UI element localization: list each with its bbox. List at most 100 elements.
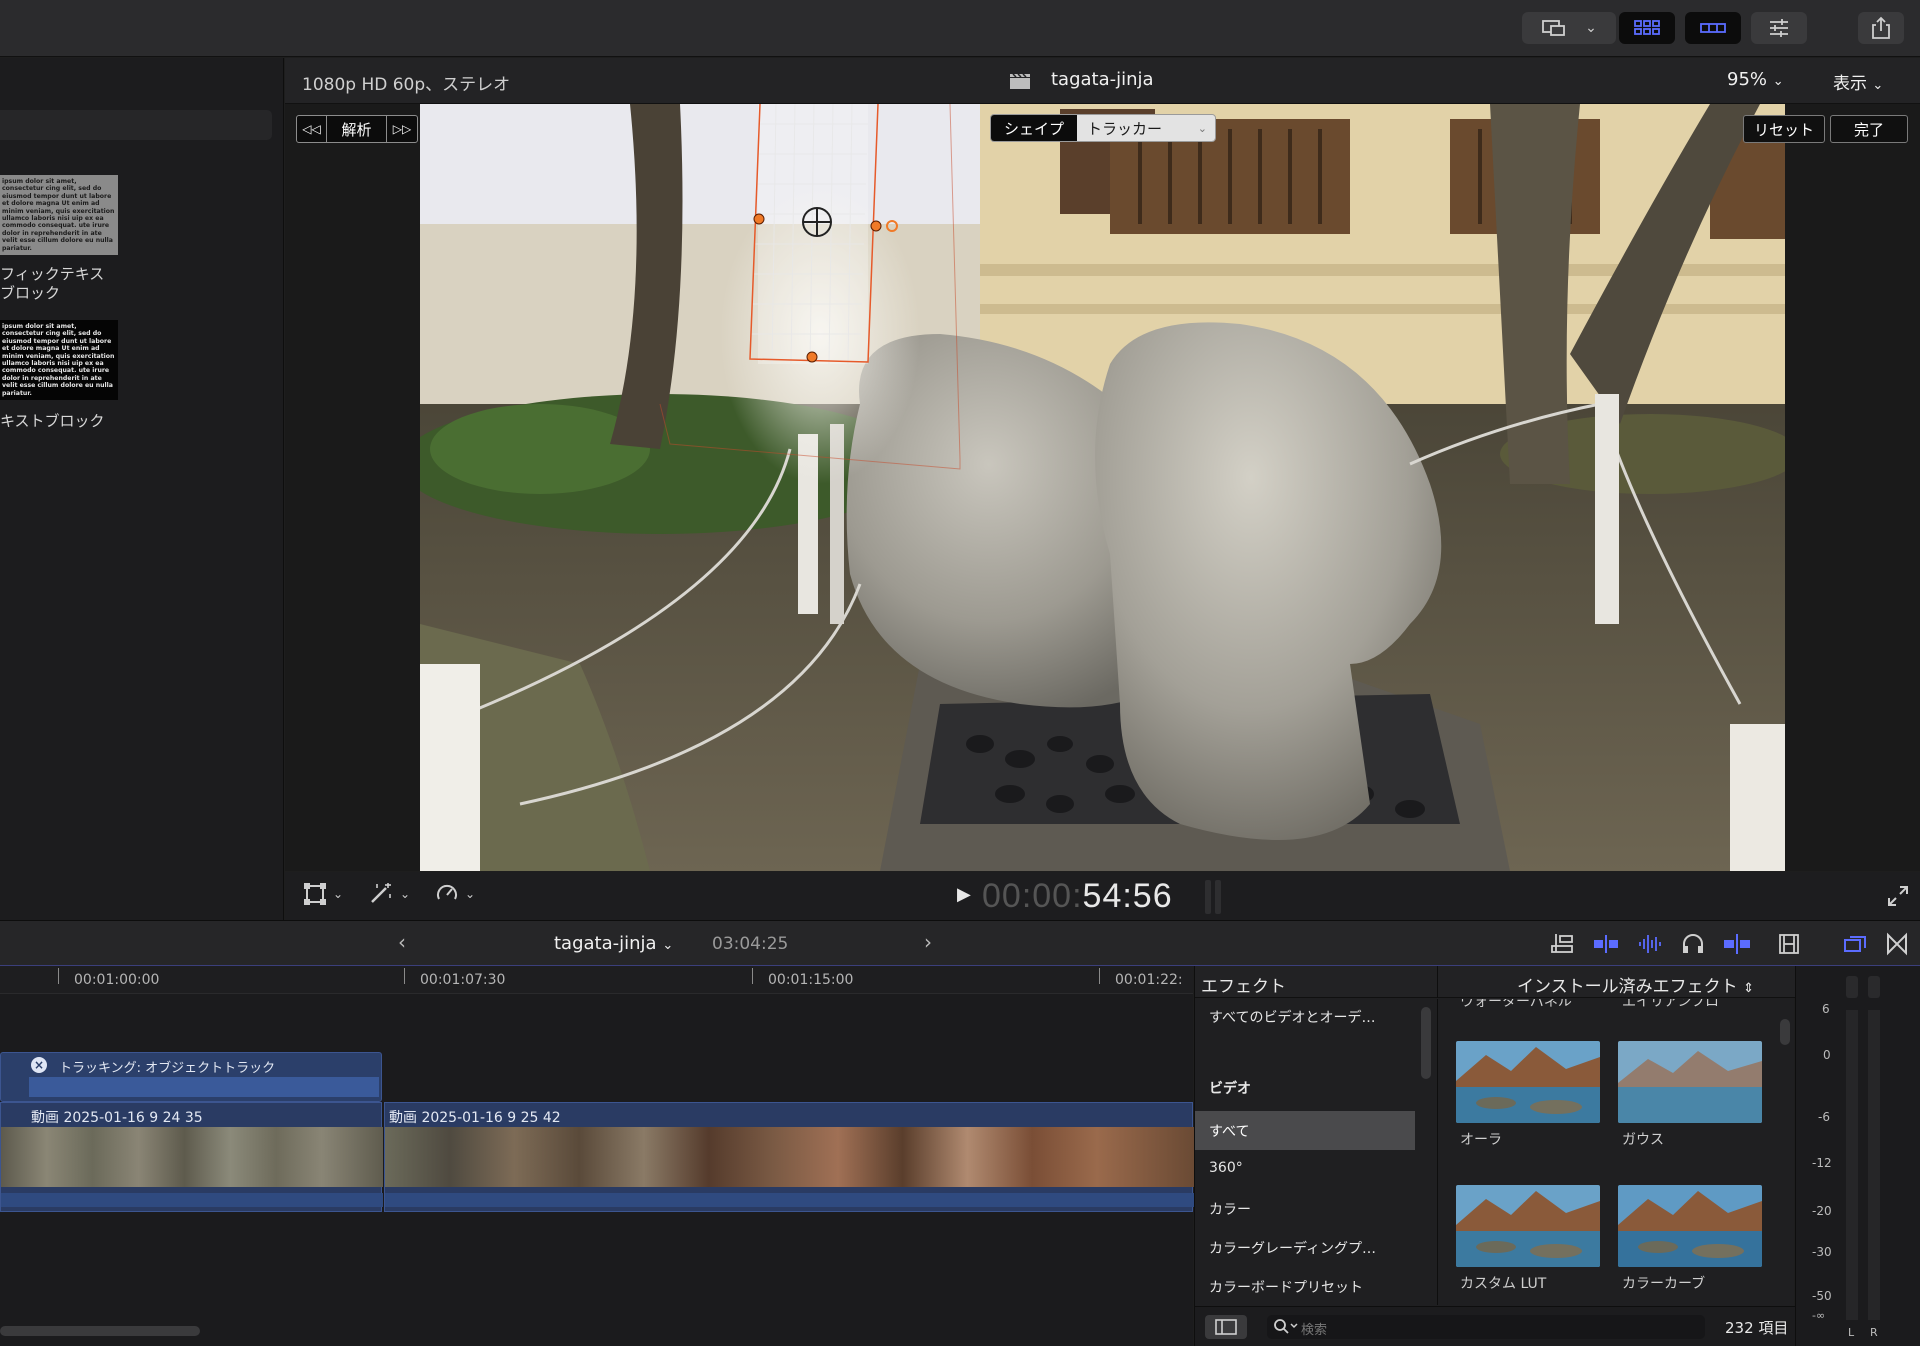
meter-scale-label: -∞ xyxy=(1812,1309,1826,1322)
category-color[interactable]: カラー xyxy=(1209,1199,1251,1219)
timeline-project-menu[interactable]: tagata-jinja ⌄ xyxy=(554,933,673,954)
browser-toggle-button[interactable] xyxy=(1619,12,1675,44)
timecode-display[interactable]: 00:00:54:56 xyxy=(982,877,1173,916)
object-tracker-overlay[interactable] xyxy=(420,104,1785,871)
audio-meter-mini-right xyxy=(1215,880,1221,914)
mountain-lake-thumbnail xyxy=(1456,1185,1600,1267)
tracker-popup[interactable]: トラッカー ⌄ xyxy=(1077,115,1215,141)
history-forward-icon[interactable]: › xyxy=(924,930,932,954)
category-all[interactable]: すべて xyxy=(1209,1121,1249,1141)
sidebar-toggle-button[interactable] xyxy=(1205,1315,1247,1339)
analyze-backward-button[interactable]: ◁◁ xyxy=(297,116,327,142)
insert-clip-icon[interactable] xyxy=(1592,932,1620,956)
fullscreen-icon[interactable] xyxy=(1887,885,1909,907)
meter-scale-label: 0 xyxy=(1823,1048,1831,1062)
tracking-label: トラッキング: オブジェクトトラック xyxy=(59,1061,276,1076)
clip-title: 動画 2025-01-16 9 25 42 xyxy=(389,1110,561,1126)
clip-filmstrip xyxy=(1,1127,383,1187)
search-icon xyxy=(1274,1319,1298,1334)
viewer-controls: ⌄ ⌄ ⌄ ▶ 00:00:54:56 xyxy=(285,872,1920,920)
transform-menu[interactable]: ⌄ xyxy=(303,882,343,906)
enhance-menu[interactable]: ⌄ xyxy=(368,882,410,906)
effect-label-partial: エイリアンフロ xyxy=(1622,999,1720,1010)
magic-wand-icon xyxy=(371,883,391,903)
sidebar-icon xyxy=(1215,1319,1237,1335)
history-back-icon[interactable]: ‹ xyxy=(398,930,406,954)
clip-title: 動画 2025-01-16 9 24 35 xyxy=(31,1110,203,1126)
effects-scrollbar[interactable] xyxy=(1780,1019,1790,1045)
chevron-down-icon: ⌄ xyxy=(400,887,411,901)
display-icon xyxy=(1542,20,1566,36)
mountain-lake-blur-thumbnail xyxy=(1618,1041,1762,1123)
meter-bar-right xyxy=(1868,1010,1880,1320)
headphones-icon[interactable] xyxy=(1680,932,1706,956)
effect-color-curves[interactable] xyxy=(1618,1185,1762,1267)
category-360[interactable]: 360° xyxy=(1209,1160,1243,1176)
video-frame xyxy=(420,104,1785,871)
inspector-toggle-button[interactable] xyxy=(1751,12,1807,44)
chevron-down-icon: ⌄ xyxy=(333,887,344,901)
ruler-label: 00:01:07:30 xyxy=(420,972,506,988)
timeline-duration: 03:04:25 xyxy=(712,934,789,954)
connect-clip-icon[interactable] xyxy=(1548,932,1576,956)
retime-menu[interactable]: ⌄ xyxy=(435,882,475,906)
peak-indicator-left xyxy=(1846,976,1858,998)
ruler-label: 00:01:22: xyxy=(1115,972,1183,988)
effects-footer: 検索 232 項目 xyxy=(1195,1306,1795,1346)
view-menu[interactable]: 表示 ⌄ xyxy=(1833,69,1883,94)
play-icon[interactable]: ▶ xyxy=(957,884,971,905)
meter-bar-left xyxy=(1846,1010,1858,1320)
timeline-toggle-button[interactable] xyxy=(1685,12,1741,44)
effect-label: カスタム LUT xyxy=(1460,1276,1547,1292)
category-color-board[interactable]: カラーボードプリセット xyxy=(1209,1277,1363,1297)
effect-custom-lut[interactable] xyxy=(1456,1185,1600,1267)
shape-tab[interactable]: シェイプ xyxy=(991,115,1077,141)
video-clip-1[interactable]: 動画 2025-01-16 9 24 35 xyxy=(0,1102,383,1212)
grid-icon xyxy=(1634,20,1660,35)
done-button[interactable]: 完了 xyxy=(1830,115,1908,143)
category-all-video-audio[interactable]: すべてのビデオとオーデ… xyxy=(1209,1007,1375,1027)
zoom-menu[interactable]: 95% ⌄ xyxy=(1727,69,1784,90)
transitions-browser-icon[interactable] xyxy=(1885,932,1909,956)
effect-gaussian[interactable] xyxy=(1618,1041,1762,1123)
analyze-forward-button[interactable]: ▷▷ xyxy=(387,116,417,142)
clip-appearance-icon[interactable] xyxy=(1777,932,1801,956)
horizontal-scrollbar[interactable] xyxy=(0,1326,200,1336)
effects-search-field[interactable]: 検索 xyxy=(1267,1315,1705,1339)
title-label-1: フィックテキス ブロック xyxy=(0,265,105,302)
sliders-icon xyxy=(1770,19,1788,37)
video-clip-2[interactable]: 動画 2025-01-16 9 25 42 xyxy=(384,1102,1194,1212)
effect-aura[interactable] xyxy=(1456,1041,1600,1123)
category-color-grading[interactable]: カラーグレーディングプ… xyxy=(1209,1238,1376,1258)
browser-search-field[interactable] xyxy=(0,110,272,140)
installed-effects-menu[interactable]: インストール済みエフェクト ⇕ xyxy=(1517,972,1754,997)
share-button[interactable] xyxy=(1858,12,1904,44)
thumbnail-text: ipsum dolor sit amet, consectetur cing e… xyxy=(2,178,115,252)
channel-label: L xyxy=(1848,1326,1855,1339)
effect-label-partial: ウォーターパネル xyxy=(1460,999,1572,1010)
skimming-icon[interactable] xyxy=(1722,932,1752,956)
effects-browser-icon[interactable] xyxy=(1842,932,1868,956)
mountain-lake-thumbnail xyxy=(1456,1041,1600,1123)
category-scrollbar[interactable] xyxy=(1421,1007,1431,1079)
timeline-ruler[interactable]: 00:01:00:00 00:01:07:30 00:01:15:00 00:0… xyxy=(0,966,1193,994)
tracking-effect-bar[interactable]: × トラッキング: オブジェクトトラック xyxy=(0,1052,382,1102)
project-title: tagata-jinja xyxy=(1051,69,1154,90)
close-icon[interactable]: × xyxy=(31,1057,47,1073)
ruler-label: 00:01:00:00 xyxy=(74,972,160,988)
title-thumbnail-2[interactable]: ipsum dolor sit amet, consectetur cing e… xyxy=(0,320,118,400)
timeline[interactable]: 00:01:00:00 00:01:07:30 00:01:15:00 00:0… xyxy=(0,966,1194,1346)
chevron-down-icon: ⌄ xyxy=(662,938,674,953)
reset-button[interactable]: リセット xyxy=(1743,115,1825,143)
effects-grid: ウォーターパネル エイリアンフロ オーラ ガウス カスタム LUT カラーカーブ xyxy=(1438,999,1795,1305)
chevron-down-icon: ⌄ xyxy=(1585,20,1597,36)
ruler-label: 00:01:15:00 xyxy=(768,972,854,988)
share-icon xyxy=(1872,16,1890,39)
viewer-options-button[interactable]: ⌄ xyxy=(1522,12,1616,44)
effects-category-list: すべてのビデオとオーデ… ビデオ すべて 360° カラー カラーグレーディング… xyxy=(1195,999,1437,1305)
title-thumbnail-1[interactable]: ipsum dolor sit amet, consectetur cing e… xyxy=(0,175,118,255)
filmstrip-icon xyxy=(1700,23,1726,33)
audio-waveform-icon[interactable] xyxy=(1636,932,1664,956)
analyze-button[interactable]: 解析 xyxy=(327,116,387,142)
search-placeholder: 検索 xyxy=(1301,1323,1328,1338)
